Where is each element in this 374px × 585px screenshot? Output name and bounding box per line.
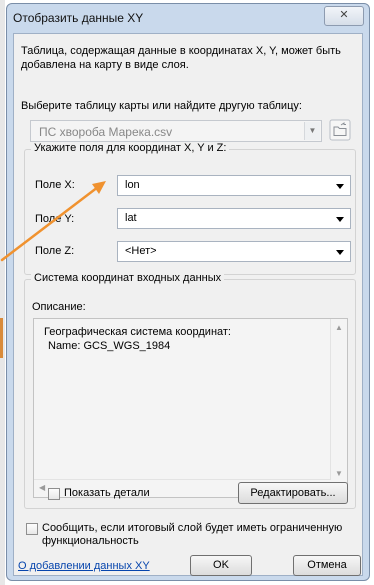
annotation-arrow [0, 181, 106, 262]
